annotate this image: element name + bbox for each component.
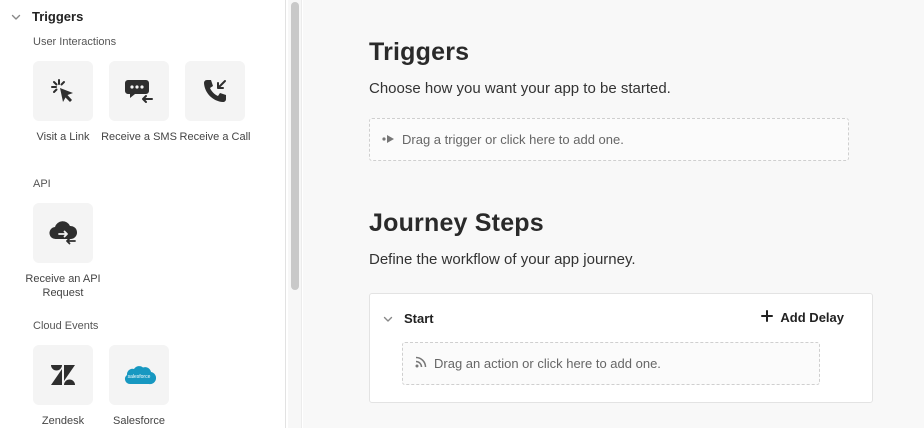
start-step-header[interactable]: Start <box>382 311 434 326</box>
trigger-tile-label: Receive a Call <box>179 131 251 143</box>
section-label-api: API <box>33 178 51 190</box>
start-step-label: Start <box>404 311 434 326</box>
salesforce-logo-icon: salesforce <box>122 363 156 387</box>
trigger-tile-label: Receive an API Request <box>25 273 101 299</box>
trigger-tile-label: Receive a SMS <box>101 131 177 143</box>
trigger-entry-icon <box>382 132 395 147</box>
action-dropzone[interactable]: Drag an action or click here to add one. <box>402 342 820 385</box>
chevron-down-icon[interactable] <box>10 11 22 23</box>
trigger-tile-label: Visit a Link <box>36 131 90 143</box>
phone-incoming-icon <box>201 77 229 105</box>
main-canvas: Triggers Choose how you want your app to… <box>303 0 924 428</box>
section-label-user-interactions: User Interactions <box>33 36 117 48</box>
cursor-click-icon <box>49 77 77 105</box>
triggers-subtitle: Choose how you want your app to be start… <box>369 80 671 97</box>
journey-start-step: Start Add Delay Drag an action or click … <box>369 293 873 403</box>
salesforce-logo-text: salesforce <box>128 374 151 380</box>
action-feed-icon <box>415 356 427 371</box>
chevron-down-icon[interactable] <box>382 313 394 325</box>
triggers-heading: Triggers <box>369 38 470 66</box>
trigger-tile-label: Zendesk <box>41 415 85 427</box>
sidebar-header[interactable]: Triggers <box>10 9 83 24</box>
trigger-tile-box[interactable] <box>33 61 93 121</box>
zendesk-logo-icon <box>50 364 76 386</box>
journey-steps-subtitle: Define the workflow of your app journey. <box>369 251 636 268</box>
trigger-tile-box[interactable] <box>33 345 93 405</box>
trigger-tile-box[interactable] <box>185 61 245 121</box>
trigger-tile-salesforce[interactable]: salesforce Salesforce <box>109 345 169 428</box>
add-delay-button[interactable]: Add Delay <box>761 310 844 325</box>
plus-icon <box>761 310 774 325</box>
trigger-dropzone-text: Drag a trigger or click here to add one. <box>402 132 624 147</box>
sms-incoming-icon <box>124 77 154 105</box>
trigger-tile-visit-link[interactable]: Visit a Link <box>33 61 93 144</box>
trigger-tile-api-request[interactable]: Receive an API Request <box>25 203 101 300</box>
trigger-tile-box[interactable]: salesforce <box>109 345 169 405</box>
trigger-tile-receive-sms[interactable]: Receive a SMS <box>101 61 177 144</box>
trigger-tile-zendesk[interactable]: Zendesk <box>33 345 93 428</box>
trigger-tile-box[interactable] <box>109 61 169 121</box>
sidebar-scrollbar[interactable] <box>288 0 302 428</box>
triggers-sidebar: Triggers User Interactions Visit a Link <box>0 0 286 428</box>
sidebar-title: Triggers <box>32 9 84 24</box>
trigger-tile-receive-call[interactable]: Receive a Call <box>180 61 250 144</box>
trigger-dropzone[interactable]: Drag a trigger or click here to add one. <box>369 118 849 161</box>
add-delay-label: Add Delay <box>780 310 844 325</box>
journey-steps-heading: Journey Steps <box>369 209 544 237</box>
scrollbar-thumb[interactable] <box>291 2 299 290</box>
action-dropzone-text: Drag an action or click here to add one. <box>434 356 661 371</box>
trigger-tile-box[interactable] <box>33 203 93 263</box>
trigger-tile-label: Salesforce <box>113 415 165 427</box>
section-label-cloud-events: Cloud Events <box>33 320 99 332</box>
cloud-transfer-icon <box>48 219 78 247</box>
